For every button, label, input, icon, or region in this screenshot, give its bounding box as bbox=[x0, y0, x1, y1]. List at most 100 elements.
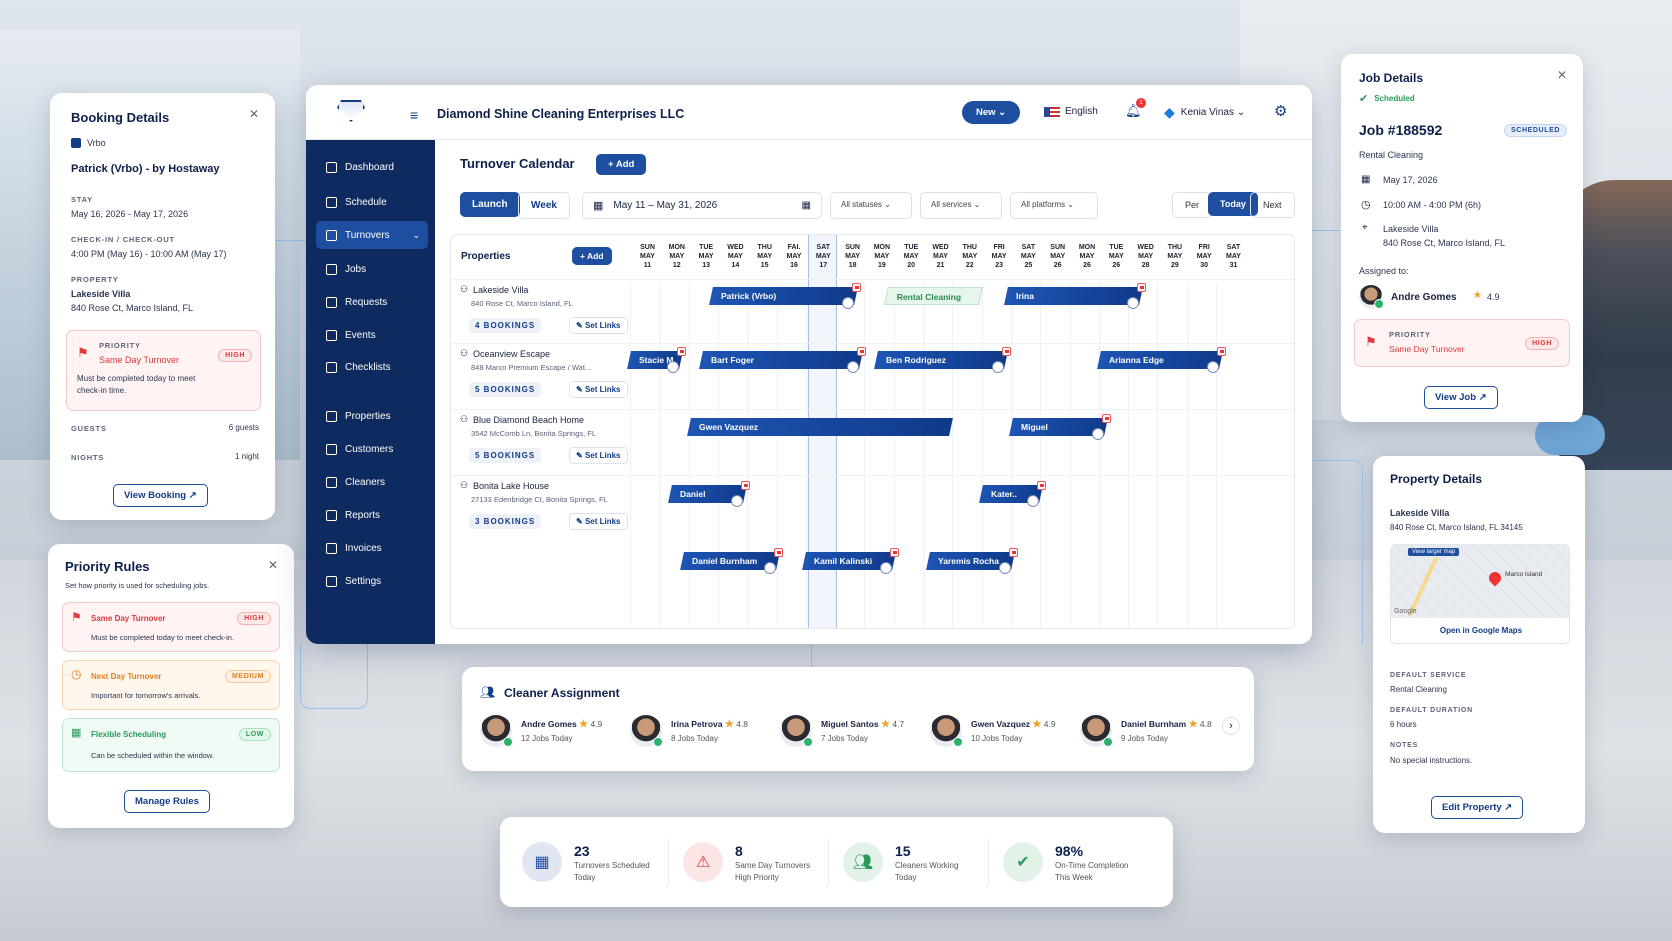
day-header[interactable]: FRI MAY 23 bbox=[984, 243, 1015, 270]
date-range-picker[interactable]: ▦ May 11 – May 31, 2026 ▦ bbox=[582, 192, 822, 219]
sidebar-item-reports[interactable]: Reports bbox=[316, 501, 428, 529]
sidebar-item-jobs[interactable]: Jobs bbox=[316, 255, 428, 283]
launch-view-button[interactable]: Launch bbox=[460, 192, 520, 217]
turnover-bar[interactable]: Ben Rodriguez bbox=[874, 351, 1008, 369]
sidebar-item-settings[interactable]: Settings bbox=[316, 567, 428, 595]
set-links-button[interactable]: ✎ Set Links bbox=[569, 381, 628, 398]
turnover-bar[interactable]: Arianna Edge bbox=[1097, 351, 1223, 369]
day-header[interactable]: FRI MAY 30 bbox=[1189, 243, 1220, 270]
day-header[interactable]: TUE MAY 13 bbox=[691, 243, 722, 270]
flag-icon bbox=[1102, 414, 1111, 423]
day-header[interactable]: SUN MAY 11 bbox=[632, 243, 663, 270]
cleaner-item[interactable]: Miguel Santos ★ 4.7 7 Jobs Today bbox=[780, 715, 930, 747]
property-name[interactable]: Bonita Lake House bbox=[473, 481, 549, 491]
sidebar-item-requests[interactable]: Requests bbox=[316, 288, 428, 316]
sidebar-item-turnovers[interactable]: Turnovers ⌄ bbox=[316, 221, 428, 249]
day-header[interactable]: THU MAY 22 bbox=[954, 243, 985, 270]
open-google-maps-button[interactable]: Open in Google Maps bbox=[1391, 626, 1569, 635]
close-icon[interactable]: ✕ bbox=[249, 107, 259, 121]
turnover-bar-label: Yaremis Rocha bbox=[938, 556, 999, 566]
platform-filter[interactable]: All platforms ⌄ bbox=[1010, 192, 1098, 219]
map-view-larger-link[interactable]: View larger map bbox=[1408, 548, 1460, 556]
rule-same-day[interactable]: ⚑ Same Day Turnover HIGH Must be complet… bbox=[62, 602, 280, 652]
day-header[interactable]: SAT MAY 17 bbox=[808, 243, 839, 270]
gear-icon[interactable]: ⚙ bbox=[1274, 102, 1287, 120]
set-links-button[interactable]: ✎ Set Links bbox=[569, 447, 628, 464]
day-header[interactable]: FAI. MAY 16 bbox=[779, 243, 810, 270]
turnover-bar[interactable]: Gwen Vazquez bbox=[687, 418, 953, 436]
property-name[interactable]: Blue Diamond Beach Home bbox=[473, 415, 584, 425]
stat-item: ▦ 23 Turnovers Scheduled Today bbox=[522, 839, 650, 885]
day-header-text: MAY bbox=[903, 253, 919, 260]
cleaner-item[interactable]: Gwen Vazquez ★ 4.9 10 Jobs Today bbox=[930, 715, 1080, 747]
day-header[interactable]: WED MAY 28 bbox=[1130, 243, 1161, 270]
close-icon[interactable]: ✕ bbox=[1557, 68, 1567, 82]
guests-value: 6 guests bbox=[228, 423, 259, 432]
bookings-badge[interactable]: 3 BOOKINGS bbox=[469, 514, 542, 529]
rule-flexible[interactable]: ▦ Flexible Scheduling LOW Can be schedul… bbox=[62, 718, 280, 772]
cleaner-item[interactable]: Andre Gomes ★ 4.9 12 Jobs Today bbox=[480, 715, 630, 747]
day-header[interactable]: SAT MAY 25 bbox=[1013, 243, 1044, 270]
day-header[interactable]: TUE MAY 26 bbox=[1101, 243, 1132, 270]
property-name[interactable]: Oceanview Escape bbox=[473, 349, 550, 359]
chevron-right-icon[interactable]: › bbox=[1222, 717, 1240, 735]
language-selector[interactable]: English bbox=[1044, 106, 1098, 117]
prev-button[interactable]: Per bbox=[1172, 192, 1213, 218]
day-header[interactable]: TUE MAY 20 bbox=[896, 243, 927, 270]
week-view-button[interactable]: Week bbox=[518, 192, 570, 219]
rule-next-day[interactable]: ◷ Next Day Turnover MEDIUM Important for… bbox=[62, 660, 280, 710]
cleaner-rating: 4.9 bbox=[590, 719, 603, 729]
bookings-badge[interactable]: 4 BOOKINGS bbox=[469, 318, 542, 333]
next-button[interactable]: Next bbox=[1250, 192, 1295, 218]
view-booking-button[interactable]: View Booking ↗ bbox=[113, 484, 208, 507]
sidebar-item-label: Schedule bbox=[345, 196, 387, 208]
flag-icon bbox=[677, 347, 686, 356]
manage-rules-button[interactable]: Manage Rules bbox=[124, 790, 210, 813]
day-header[interactable]: THU MAY 15 bbox=[749, 243, 780, 270]
edit-property-button[interactable]: Edit Property ↗ bbox=[1431, 796, 1524, 819]
new-button[interactable]: New ⌄ bbox=[962, 101, 1021, 124]
sidebar-item-customers[interactable]: Customers bbox=[316, 435, 428, 463]
day-header[interactable]: WED MAY 14 bbox=[720, 243, 751, 270]
day-header[interactable]: WED MAY 21 bbox=[925, 243, 956, 270]
user-menu[interactable]: ◆ Kenia Vinas ⌄ bbox=[1164, 104, 1245, 121]
day-header[interactable]: MON MAY 26 bbox=[1072, 243, 1103, 270]
day-header[interactable]: THU MAY 29 bbox=[1159, 243, 1190, 270]
bookings-badge[interactable]: 5 BOOKINGS bbox=[469, 448, 542, 463]
sidebar-item-properties[interactable]: Properties bbox=[316, 402, 428, 430]
cleaner-name: Andre Gomes bbox=[521, 719, 577, 729]
map-card[interactable]: View larger map Marco Island Google Open… bbox=[1390, 544, 1570, 644]
day-header[interactable]: MON MAY 12 bbox=[661, 243, 692, 270]
bookings-badge[interactable]: 5 BOOKINGS bbox=[469, 382, 542, 397]
day-header[interactable]: SAT MAY 31 bbox=[1218, 243, 1249, 270]
service-filter[interactable]: All services ⌄ bbox=[920, 192, 1002, 219]
status-filter[interactable]: All statuses ⌄ bbox=[830, 192, 912, 219]
sidebar-item-events[interactable]: Events bbox=[316, 321, 428, 349]
day-header[interactable]: MON MAY 19 bbox=[866, 243, 897, 270]
turnover-bar[interactable]: Irina bbox=[1004, 287, 1143, 305]
day-header[interactable]: SUN MAY 26 bbox=[1042, 243, 1073, 270]
sidebar-item-label: Jobs bbox=[345, 263, 367, 275]
job-date: May 17, 2026 bbox=[1383, 175, 1438, 185]
add-property-button[interactable]: + Add bbox=[572, 247, 612, 265]
cleaner-item[interactable]: Daniel Burnham ★ 4.8 9 Jobs Today bbox=[1080, 715, 1230, 747]
menu-icon[interactable]: ≡ bbox=[410, 107, 418, 123]
property-name[interactable]: Lakeside Villa bbox=[473, 285, 528, 295]
sidebar-item-invoices[interactable]: Invoices bbox=[316, 534, 428, 562]
day-header[interactable]: SUN MAY 18 bbox=[837, 243, 868, 270]
turnover-bar[interactable]: Patrick (Vrbo) bbox=[709, 287, 858, 305]
properties-icon bbox=[326, 410, 337, 422]
set-links-button[interactable]: ✎ Set Links bbox=[569, 317, 628, 334]
turnover-bar[interactable]: Bart Foger bbox=[699, 351, 863, 369]
close-icon[interactable]: ✕ bbox=[268, 558, 278, 572]
set-links-button[interactable]: ✎ Set Links bbox=[569, 513, 628, 530]
sidebar-item-checklists[interactable]: Checklists bbox=[316, 353, 428, 381]
sidebar-item-dashboard[interactable]: Dashboard bbox=[316, 153, 428, 181]
add-turnover-button[interactable]: + Add bbox=[596, 154, 647, 175]
turnover-bar[interactable]: Rental Cleaning bbox=[884, 287, 983, 305]
cleaner-item[interactable]: Irina Petrova ★ 4.8 8 Jobs Today bbox=[630, 715, 780, 747]
view-job-button[interactable]: View Job ↗ bbox=[1424, 386, 1498, 409]
cleaner-avatar-icon bbox=[880, 562, 892, 574]
sidebar-item-schedule[interactable]: Schedule bbox=[316, 188, 428, 216]
sidebar-item-cleaners[interactable]: Cleaners bbox=[316, 468, 428, 496]
